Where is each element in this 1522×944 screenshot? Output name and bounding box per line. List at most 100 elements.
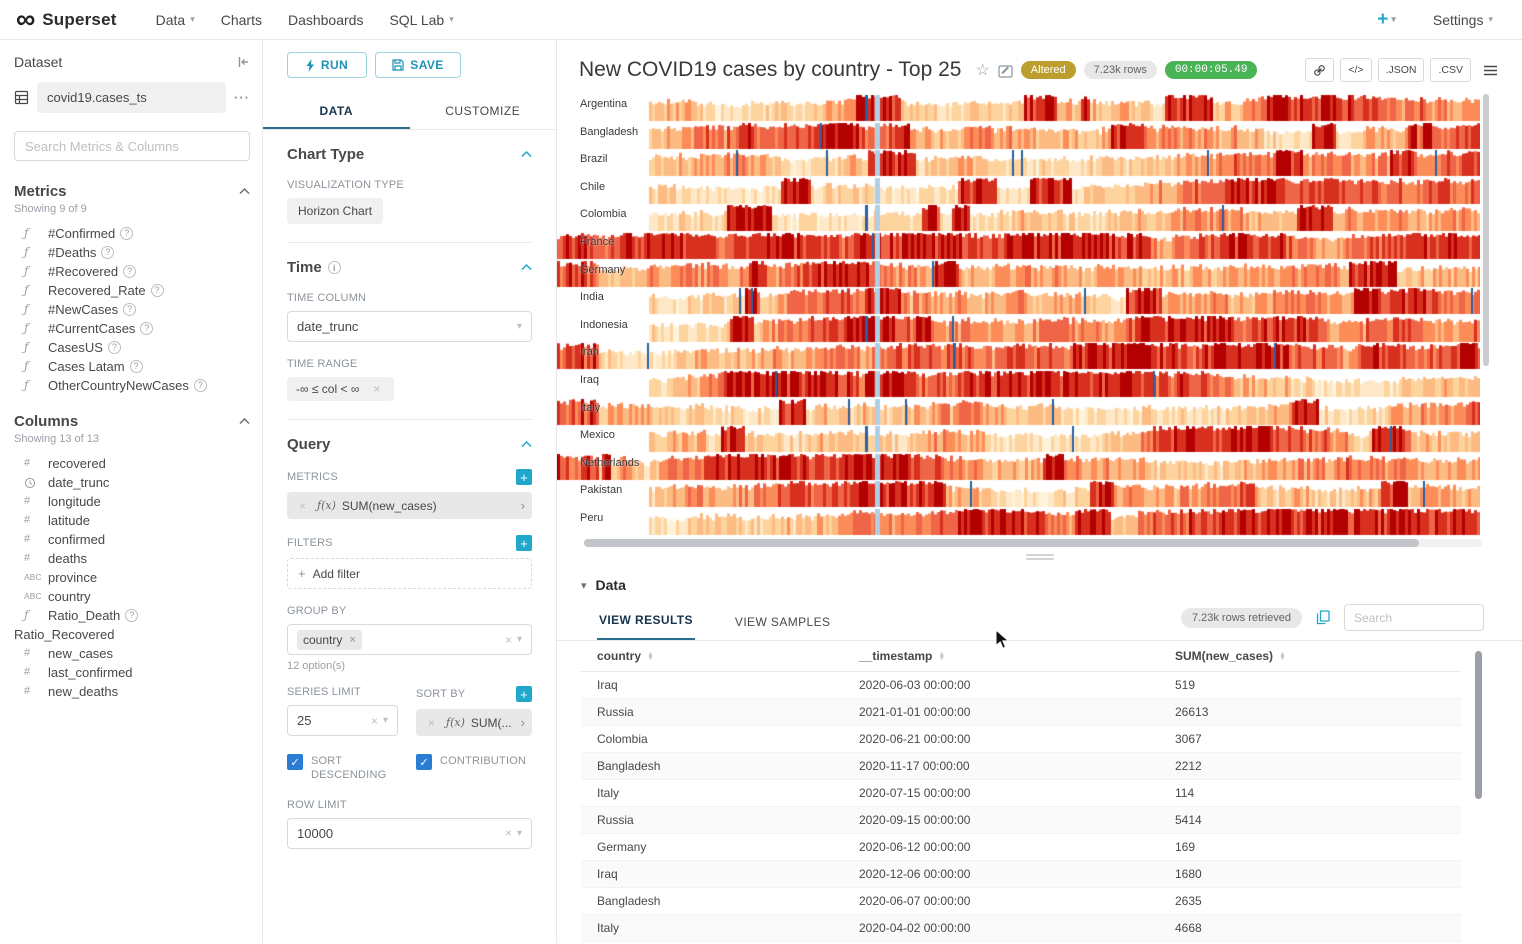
metrics-columns-search-input[interactable] [14, 131, 250, 161]
column-item[interactable]: #deaths [14, 549, 250, 568]
collapse-panel-icon[interactable] [236, 55, 250, 69]
add-filter-dropzone[interactable]: + Add filter [287, 558, 532, 589]
clear-icon[interactable]: × [371, 714, 378, 728]
copy-data-button[interactable] [1316, 610, 1330, 625]
column-item[interactable]: Ratio_Recovered [14, 625, 250, 644]
nav-item-dashboards[interactable]: Dashboards [288, 12, 364, 28]
metric-item[interactable]: ƒRecovered_Rate? [14, 281, 250, 300]
column-item[interactable]: #last_confirmed [14, 663, 250, 682]
country-label: Brazil [580, 153, 608, 165]
country-label: India [580, 291, 604, 303]
chevron-right-icon: › [521, 715, 525, 730]
group-by-chip[interactable]: country × [297, 630, 362, 650]
metric-item[interactable]: ƒ#CurrentCases? [14, 319, 250, 338]
metric-item[interactable]: ƒCases Latam? [14, 357, 250, 376]
number-icon: # [24, 552, 48, 565]
group-by-select[interactable]: country × × ▾ [287, 624, 532, 655]
column-header-country[interactable]: country▲▼ [581, 641, 843, 672]
column-item[interactable]: #confirmed [14, 530, 250, 549]
add-metric-button[interactable]: + [516, 469, 532, 485]
time-column-select[interactable]: date_trunc ▾ [287, 311, 532, 342]
nav-item-charts[interactable]: Charts [221, 12, 262, 28]
clear-icon[interactable]: × [373, 382, 380, 396]
metric-item[interactable]: ƒ#Confirmed? [14, 224, 250, 243]
embed-code-button[interactable]: </> [1340, 58, 1371, 82]
share-link-button[interactable] [1305, 58, 1334, 82]
brand-name: Superset [42, 10, 116, 30]
tab-view-results[interactable]: VIEW RESULTS [597, 603, 695, 640]
add-sort-button[interactable]: + [516, 686, 532, 702]
chevron-up-icon[interactable] [521, 264, 532, 271]
column-header-metric[interactable]: SUM(new_cases)▲▼ [1159, 641, 1461, 672]
chevron-up-icon[interactable] [521, 441, 532, 448]
metric-chip[interactable]: × ƒ(x) SUM(new_cases) › [287, 492, 532, 519]
metric-item[interactable]: ƒOtherCountryNewCases? [14, 376, 250, 395]
chevron-down-icon[interactable]: ▾ [581, 579, 587, 592]
settings-menu[interactable]: Settings▾ [1433, 12, 1493, 28]
column-item[interactable]: #latitude [14, 511, 250, 530]
dataset-name[interactable]: covid19.cases_ts [37, 82, 226, 113]
chart-menu-button[interactable] [1477, 58, 1504, 82]
remove-metric-icon[interactable]: × [299, 499, 306, 513]
column-item[interactable]: ABCcountry [14, 587, 250, 606]
scrollbar-thumb[interactable] [1483, 94, 1489, 366]
table-row: Russia2020-09-15 00:00:005414 [581, 807, 1461, 834]
column-item[interactable]: #new_deaths [14, 682, 250, 701]
tab-customize[interactable]: CUSTOMIZE [410, 94, 557, 129]
series-limit-select[interactable]: 25 × ▾ [287, 705, 398, 736]
nav-item-data[interactable]: Data▾ [156, 12, 195, 28]
chart-horizontal-scrollbar[interactable] [584, 539, 1482, 547]
column-item[interactable]: ABCprovince [14, 568, 250, 587]
series-limit-label: SERIES LIMIT [287, 686, 398, 698]
export-json-button[interactable]: .JSON [1378, 58, 1425, 82]
column-item[interactable]: #new_cases [14, 644, 250, 663]
clear-icon[interactable]: × [505, 633, 512, 647]
column-item[interactable]: date_trunc [14, 473, 250, 492]
column-item[interactable]: #recovered [14, 454, 250, 473]
favorite-star-icon[interactable]: ☆ [975, 60, 989, 80]
scrollbar-thumb[interactable] [584, 539, 1419, 547]
time-range-label: TIME RANGE [287, 358, 532, 370]
edit-title-icon[interactable] [998, 63, 1013, 78]
metric-item[interactable]: ƒ#Deaths? [14, 243, 250, 262]
new-item-button[interactable]: +▾ [1377, 9, 1396, 31]
remove-chip-icon[interactable]: × [349, 634, 355, 646]
sort-by-chip[interactable]: × ƒ(x) SUM(... › [416, 709, 532, 736]
function-icon: ƒ [24, 360, 48, 373]
table-vertical-scrollbar[interactable] [1475, 647, 1482, 887]
sort-icon: ▲▼ [938, 653, 945, 661]
run-button[interactable]: RUN [287, 52, 367, 78]
column-item[interactable]: ƒRatio_Death? [14, 606, 250, 625]
scrollbar-thumb[interactable] [1475, 651, 1482, 799]
horizon-chart-canvas[interactable] [557, 94, 1480, 536]
nav-item-sql-lab[interactable]: SQL Lab▾ [389, 12, 453, 28]
text-icon: ABC [24, 571, 48, 584]
chevron-up-icon[interactable] [239, 418, 250, 425]
export-csv-button[interactable]: .CSV [1430, 58, 1471, 82]
metric-item[interactable]: ƒ#NewCases? [14, 300, 250, 319]
column-header-timestamp[interactable]: __timestamp▲▼ [843, 641, 1159, 672]
tab-data[interactable]: DATA [263, 94, 410, 129]
chart-vertical-scrollbar[interactable] [1483, 94, 1489, 534]
results-search-input[interactable] [1344, 604, 1484, 631]
row-limit-select[interactable]: 10000 × ▾ [287, 818, 532, 849]
save-button[interactable]: SAVE [375, 52, 461, 78]
panel-resize-handle[interactable] [557, 547, 1522, 567]
metrics-showing-count: Showing 9 of 9 [14, 203, 250, 215]
clear-icon[interactable]: × [505, 826, 512, 840]
add-filter-button[interactable]: + [516, 535, 532, 551]
sort-descending-checkbox[interactable]: ✓ [287, 754, 303, 770]
time-range-chip[interactable]: -∞ ≤ col < ∞ × [287, 377, 394, 401]
tab-view-samples[interactable]: VIEW SAMPLES [733, 605, 833, 640]
country-label: Peru [580, 512, 603, 524]
remove-sort-icon[interactable]: × [428, 716, 435, 730]
chevron-up-icon[interactable] [239, 188, 250, 195]
viz-type-value[interactable]: Horizon Chart [287, 198, 383, 224]
contribution-checkbox[interactable]: ✓ [416, 754, 432, 770]
dataset-more-options-icon[interactable]: ··· [234, 90, 250, 105]
metric-item[interactable]: ƒ#Recovered? [14, 262, 250, 281]
column-item[interactable]: #longitude [14, 492, 250, 511]
superset-brand[interactable]: ∞ Superset [16, 9, 117, 31]
chevron-up-icon[interactable] [521, 151, 532, 158]
metric-item[interactable]: ƒCasesUS? [14, 338, 250, 357]
